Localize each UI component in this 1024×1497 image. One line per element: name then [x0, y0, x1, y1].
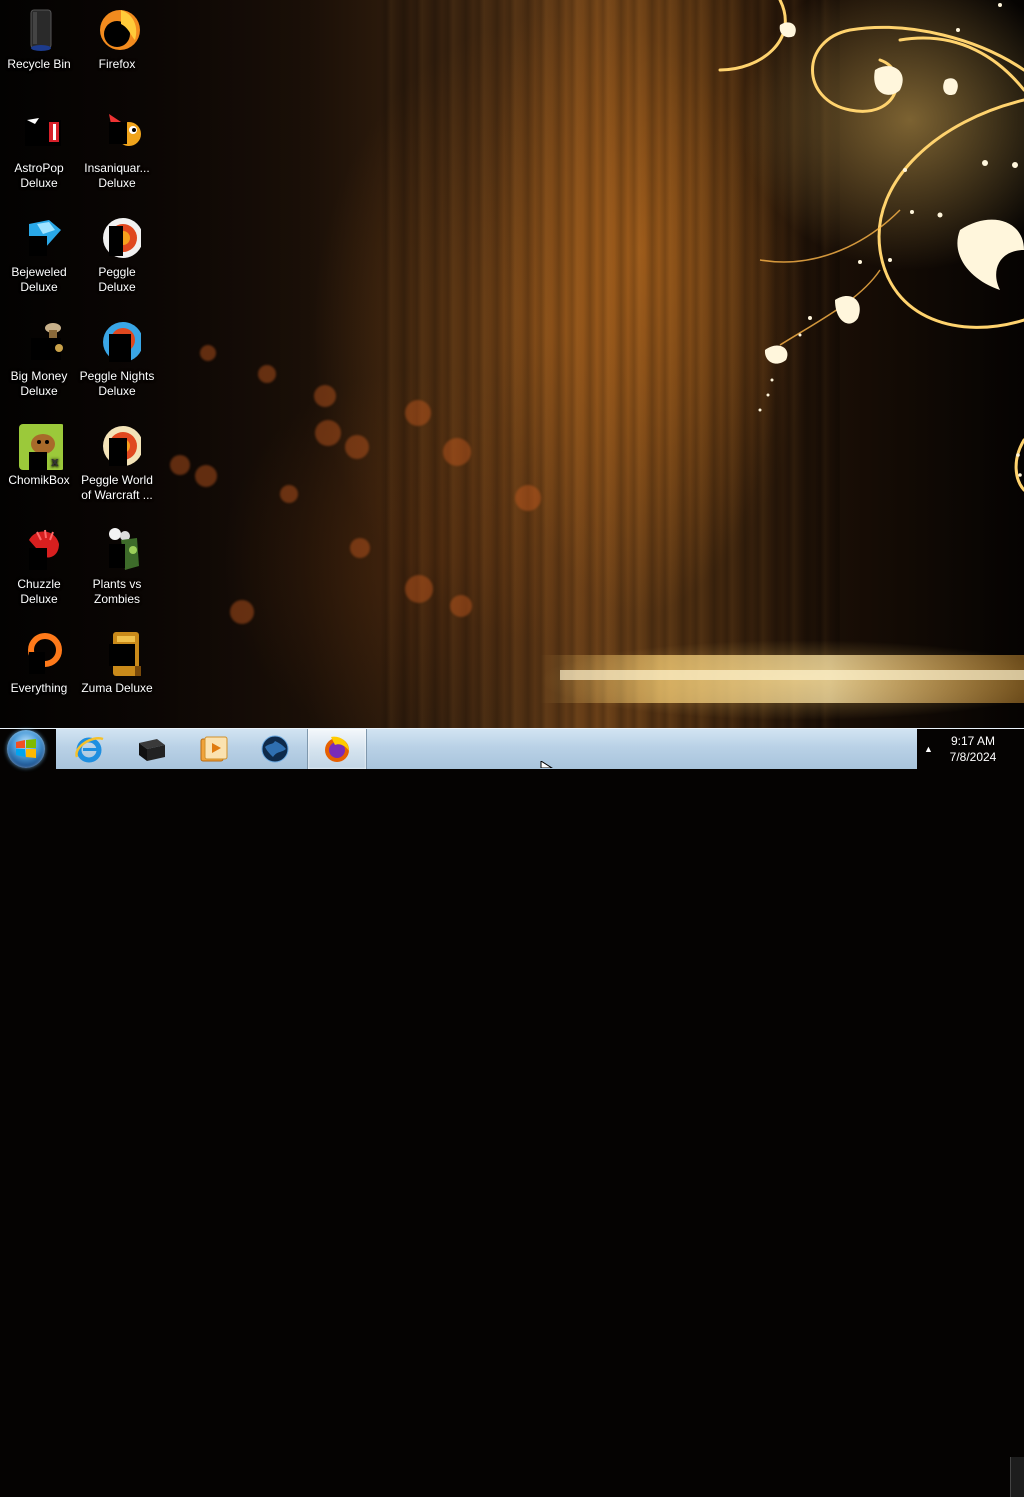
clock-time: 9:17 AM: [950, 734, 996, 748]
desktop-icon-zuma-deluxe[interactable]: Zuma Deluxe: [78, 630, 156, 696]
desktop-icon-everything[interactable]: Everything: [0, 630, 78, 696]
taskbar-app-black-box[interactable]: [122, 729, 180, 769]
mouse-cursor-icon: [540, 761, 553, 768]
svg-text:X: X: [51, 458, 59, 469]
tray-expand-icon[interactable]: ▲: [924, 744, 933, 754]
taskbar-internet-explorer[interactable]: [60, 729, 118, 769]
taskbar-globe-app[interactable]: [246, 729, 304, 769]
desktop-icon-label: Bejeweled Deluxe: [11, 265, 67, 294]
peggle-unicorn-icon: [93, 214, 143, 262]
firefox-icon: [93, 6, 141, 54]
peggle-warcraft-icon: [93, 422, 143, 470]
plants-vs-zombies-icon: [93, 526, 141, 574]
internet-explorer-icon: [75, 736, 104, 763]
desktop-icon-label: ChomikBox: [8, 473, 70, 487]
desktop-icon-label: Peggle Nights Deluxe: [79, 369, 155, 398]
desktop-icon-big-money-deluxe[interactable]: Big Money Deluxe: [0, 318, 78, 399]
desktop-icon-label: Firefox: [98, 57, 136, 71]
desktop-icon-bejeweled-deluxe[interactable]: Bejeweled Deluxe: [0, 214, 78, 295]
big-money-icon: [15, 318, 63, 366]
chuzzle-icon: [15, 526, 63, 574]
taskbar-firefox[interactable]: [307, 729, 367, 769]
media-player-icon: [200, 736, 228, 762]
clock-date: 7/8/2024: [949, 750, 997, 764]
firefox-icon: [325, 736, 349, 762]
desktop-icon-peggle-deluxe[interactable]: Peggle Deluxe: [78, 214, 156, 295]
peggle-nights-icon: [93, 318, 143, 366]
taskbar-media-player[interactable]: [184, 729, 242, 769]
everything-search-icon: [15, 630, 63, 678]
insaniquarium-fish-icon: [93, 110, 141, 158]
desktop-icon-peggle-nights-deluxe[interactable]: Peggle Nights Deluxe: [78, 318, 156, 399]
globe-app-icon: [261, 735, 289, 763]
recycle-bin-icon: [15, 6, 63, 54]
desktop-icon-chuzzle-deluxe[interactable]: Chuzzle Deluxe: [0, 526, 78, 607]
windows-logo-icon: [16, 739, 36, 758]
desktop-icon-label: AstroPop Deluxe: [14, 161, 64, 190]
chomikbox-hamster-icon: X: [15, 422, 65, 470]
desktop-icon-label: Chuzzle Deluxe: [17, 577, 61, 606]
start-button[interactable]: [7, 730, 45, 768]
desktop-icon-insaniquarium-deluxe[interactable]: Insaniquar... Deluxe: [78, 110, 156, 191]
desktop-icon-label: Peggle World of Warcraft ...: [81, 473, 153, 502]
desktop-icon-firefox[interactable]: Firefox: [78, 6, 156, 72]
show-desktop-button[interactable]: [1010, 1457, 1024, 1497]
system-clock[interactable]: 9:17 AM 7/8/2024: [940, 733, 1006, 765]
astropop-icon: [15, 110, 63, 158]
zuma-idol-icon: [93, 630, 141, 678]
desktop-icon-chomikbox[interactable]: X ChomikBox: [0, 422, 78, 488]
desktop-icon-label: Everything: [10, 681, 68, 695]
desktop-icon-label: Recycle Bin: [7, 57, 71, 71]
desktop-icon-recycle-bin[interactable]: Recycle Bin: [0, 6, 78, 72]
desktop-icon-label: Insaniquar... Deluxe: [84, 161, 150, 190]
desktop-icon-label: Zuma Deluxe: [81, 681, 153, 695]
desktop-icon-label: Plants vs Zombies: [92, 577, 142, 606]
bejeweled-gem-icon: [15, 214, 63, 262]
desktop-icon-peggle-world-of-warcraft[interactable]: Peggle World of Warcraft ...: [78, 422, 156, 503]
desktop-icon-plants-vs-zombies[interactable]: Plants vs Zombies: [78, 526, 156, 607]
black-box-app-icon: [139, 739, 165, 761]
desktop-icon-label: Big Money Deluxe: [10, 369, 68, 398]
desktop-icon-label: Peggle Deluxe: [98, 265, 136, 294]
taskbar: [0, 728, 1024, 1497]
desktop-icon-astropop-deluxe[interactable]: AstroPop Deluxe: [0, 110, 78, 191]
